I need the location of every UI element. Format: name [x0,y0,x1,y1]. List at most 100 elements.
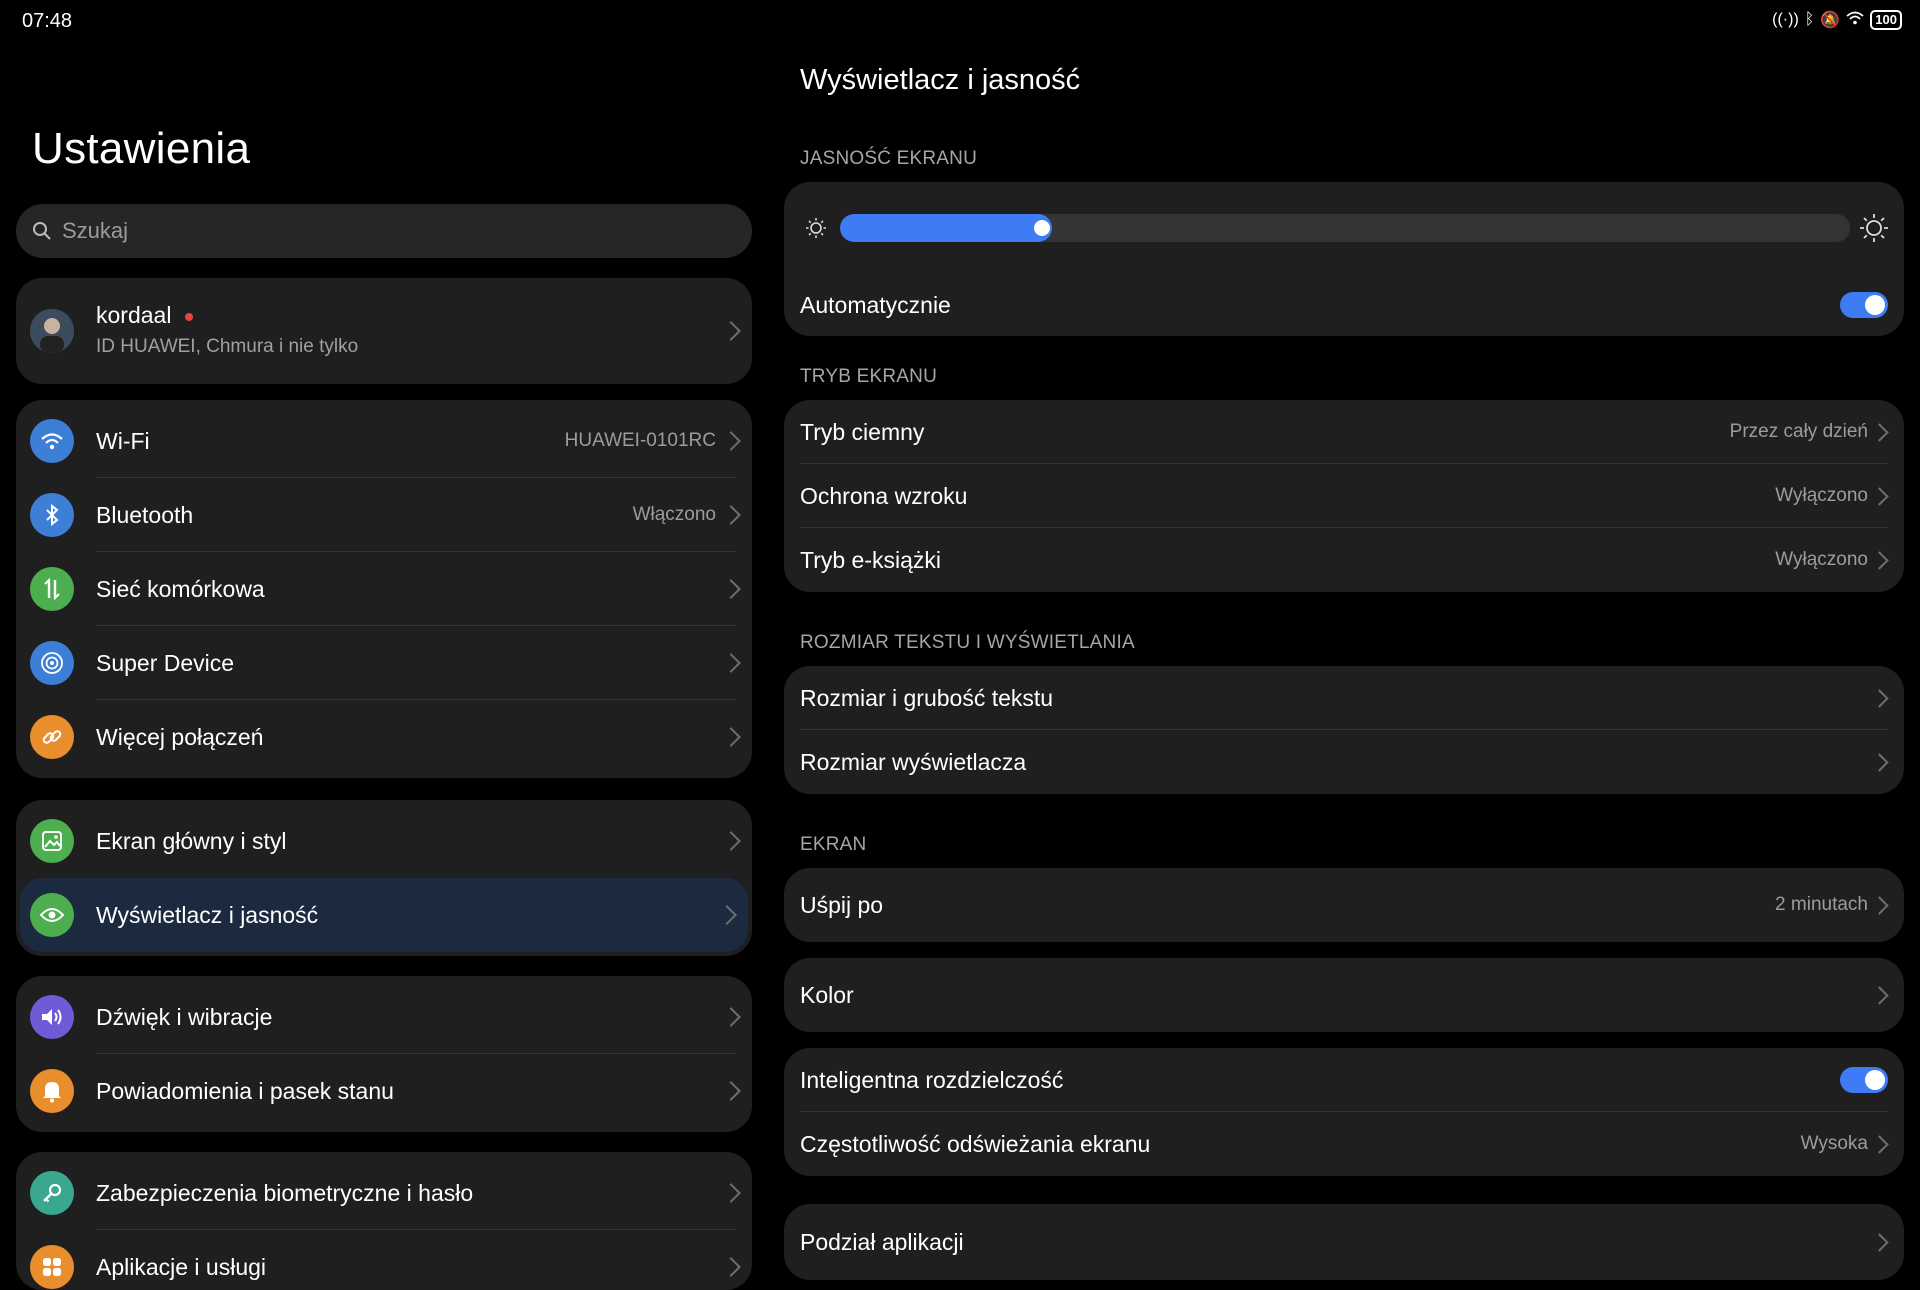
sidebar-item-label: Sieć komórkowa [96,575,265,602]
system-icons: ((·)) ᛒ 🔕 100 [1772,10,1902,30]
sidebar-item-more-connections[interactable]: Więcej połączeń [16,700,752,774]
smart-resolution-row[interactable]: Inteligentna rozdzielczość [784,1048,1904,1112]
chevron-right-icon [1870,895,1889,915]
display-brightness-pane: Wyświetlacz i jasność JASNOŚĆ EKRANU Aut… [768,44,1920,1280]
brightness-low-icon [806,218,826,238]
chevron-right-icon [721,831,741,851]
chevron-right-icon [1870,486,1889,506]
brightness-slider[interactable] [840,214,1850,242]
brightness-slider-fill [840,214,1052,242]
eye-comfort-row[interactable]: Ochrona wzroku Wyłączono [784,464,1904,528]
color-label: Kolor [800,981,854,1008]
chevron-right-icon [721,1081,741,1101]
chevron-right-icon [1870,985,1889,1005]
dark-mode-row[interactable]: Tryb ciemny Przez cały dzień [784,400,1904,464]
chevron-right-icon [1870,550,1889,570]
chevron-right-icon [721,1183,741,1203]
nfc-icon: ((·)) [1772,11,1799,28]
chevron-right-icon [1870,422,1889,442]
notification-dot [185,312,194,321]
toggle-knob [1865,295,1885,315]
security-group: Zabezpieczenia biometryczne i hasło Apli… [16,1152,752,1290]
brightness-card: Automatycznie [784,182,1904,336]
sidebar-item-label: Super Device [96,649,235,676]
sidebar-item-display-brightness[interactable]: Wyświetlacz i jasność [20,878,748,952]
sidebar-item-sound[interactable]: Dźwięk i wibracje [16,980,752,1054]
text-size-label: Rozmiar i grubość tekstu [800,684,1054,711]
sidebar-item-mobile-network[interactable]: Sieć komórkowa [16,552,752,626]
wifi-status-icon [1846,11,1864,30]
smart-resolution-label: Inteligentna rozdzielczość [800,1066,1064,1093]
text-size-row[interactable]: Rozmiar i grubość tekstu [784,666,1904,730]
color-card: Kolor [784,958,1904,1032]
status-bar: 07:48 ((·)) ᛒ 🔕 100 [0,0,1920,44]
settings-list-pane: Ustawienia kordaal ID HUAWEI, Chmura i n… [0,44,768,1290]
app-split-row[interactable]: Podział aplikacji [784,1204,1904,1280]
sidebar-item-wifi[interactable]: Wi-Fi HUAWEI-0101RC [16,404,752,478]
refresh-rate-row[interactable]: Częstotliwość odświeżania ekranu Wysoka [784,1112,1904,1176]
display-size-row[interactable]: Rozmiar wyświetlacza [784,730,1904,794]
chevron-right-icon [1870,1232,1889,1252]
sidebar-item-label: Bluetooth [96,501,194,528]
sidebar-item-label: Więcej połączeń [96,723,264,750]
sidebar-item-home-screen[interactable]: Ekran główny i styl [16,804,752,878]
search-bar[interactable] [16,204,752,258]
page-title: Ustawienia [32,124,251,173]
key-icon [30,1171,74,1215]
wifi-icon [30,419,74,463]
sidebar-item-apps[interactable]: Aplikacje i usługi [16,1230,752,1290]
sidebar-item-bluetooth[interactable]: Bluetooth Włączono [16,478,752,552]
sidebar-item-super-device[interactable]: Super Device [16,626,752,700]
bell-icon [30,1069,74,1113]
section-header-brightness: JASNOŚĆ EKRANU [800,148,978,169]
resolution-card: Inteligentna rozdzielczość Częstotliwość… [784,1048,1904,1176]
refresh-rate-label: Częstotliwość odświeżania ekranu [800,1130,1151,1157]
screen-card: Uśpij po 2 minutach [784,868,1904,942]
sidebar-item-label: Wyświetlacz i jasność [96,901,319,928]
search-input[interactable] [60,217,704,245]
chevron-right-icon [1870,1134,1889,1154]
chevron-right-icon [721,1007,741,1027]
eye-comfort-value: Wyłączono [1775,485,1868,506]
chevron-right-icon [721,727,741,747]
brightness-slider-thumb[interactable] [1034,220,1050,236]
dark-mode-label: Tryb ciemny [800,418,925,445]
chevron-right-icon [721,505,741,525]
bluetooth-status-value: Włączono [632,504,716,525]
image-icon [30,819,74,863]
chevron-right-icon [721,579,741,599]
screen-mode-card: Tryb ciemny Przez cały dzień Ochrona wzr… [784,400,1904,592]
auto-brightness-toggle[interactable] [1840,292,1888,318]
app-split-card: Podział aplikacji [784,1204,1904,1280]
chevron-right-icon [721,653,741,673]
wifi-network-value: HUAWEI-0101RC [564,430,716,451]
chevron-right-icon [721,321,741,341]
link-icon [30,715,74,759]
avatar [30,309,74,353]
brightness-high-icon [1860,214,1888,242]
ebook-mode-row[interactable]: Tryb e-książki Wyłączono [784,528,1904,592]
brightness-slider-row [784,182,1904,274]
sidebar-item-label: Aplikacje i usługi [96,1253,267,1280]
profile-row[interactable]: kordaal ID HUAWEI, Chmura i nie tylko [16,278,752,384]
detail-title: Wyświetlacz i jasność [800,64,1081,96]
sidebar-item-notifications[interactable]: Powiadomienia i pasek stanu [16,1054,752,1128]
refresh-rate-value: Wysoka [1800,1133,1868,1154]
profile-card[interactable]: kordaal ID HUAWEI, Chmura i nie tylko [16,278,752,384]
chevron-right-icon [721,1257,741,1277]
status-time: 07:48 [22,10,73,32]
sleep-label: Uśpij po [800,891,884,918]
profile-name-wrap: kordaal [96,302,194,329]
display-group: Ekran główny i styl Wyświetlacz i jasnoś… [16,800,752,956]
auto-brightness-row[interactable]: Automatycznie [784,274,1904,336]
color-row[interactable]: Kolor [784,958,1904,1032]
sleep-row[interactable]: Uśpij po 2 minutach [784,868,1904,942]
text-size-card: Rozmiar i grubość tekstu Rozmiar wyświet… [784,666,1904,794]
bluetooth-status-icon: ᛒ [1804,11,1815,28]
mobile-data-icon [30,567,74,611]
chevron-right-icon [721,431,741,451]
sidebar-item-biometrics[interactable]: Zabezpieczenia biometryczne i hasło [16,1156,752,1230]
smart-resolution-toggle[interactable] [1840,1067,1888,1093]
section-header-screen: EKRAN [800,834,867,855]
ebook-mode-label: Tryb e-książki [800,546,941,573]
